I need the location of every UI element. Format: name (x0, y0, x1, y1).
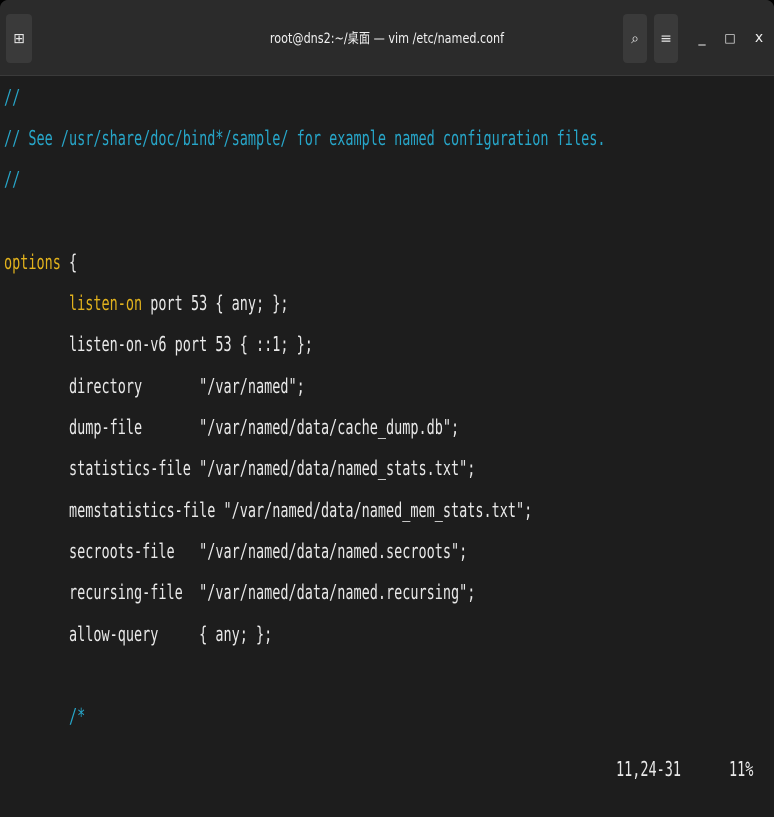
code-token: statistics-file "/var/named/data/named_s… (4, 456, 476, 480)
editor-line: // See /usr/share/doc/bind*/sample/ for … (4, 118, 605, 159)
code-token: // (4, 167, 21, 191)
code-token: allow-query { any; }; (4, 622, 273, 646)
editor-line: // (4, 159, 20, 200)
editor-line: options { (4, 242, 77, 283)
editor-line: listen-on-v6 port 53 { ::1; }; (4, 324, 313, 365)
window-title: root@dns2:~/桌面 — vim /etc/named.conf (269, 31, 505, 47)
code-token: /* (4, 704, 86, 728)
editor-line: // (4, 77, 20, 118)
close-button[interactable]: x (751, 28, 767, 48)
code-token: recursing-file "/var/named/data/named.re… (4, 580, 476, 604)
editor-line: memstatistics-file "/var/named/data/name… (4, 490, 532, 531)
maximize-button[interactable]: □ (722, 28, 738, 48)
code-token: port 53 { any; }; (142, 291, 289, 315)
new-tab-button[interactable]: ⊞ (6, 14, 32, 63)
code-token: // (4, 85, 21, 109)
minimize-button[interactable]: _ (694, 28, 710, 48)
code-token: listen-on (69, 291, 143, 315)
code-token: secroots-file "/var/named/data/named.sec… (4, 539, 468, 563)
editor-line: recursing-file "/var/named/data/named.re… (4, 572, 475, 613)
code-token: memstatistics-file "/var/named/data/name… (4, 498, 533, 522)
editor-line: /* (4, 696, 85, 737)
code-token: { (60, 250, 78, 274)
code-token: dump-file "/var/named/data/cache_dump.db… (4, 415, 460, 439)
editor-line: directory "/var/named"; (4, 366, 305, 407)
titlebar: ⊞ root@dns2:~/桌面 — vim /etc/named.conf ⌕… (0, 0, 774, 76)
editor-line: secroots-file "/var/named/data/named.sec… (4, 531, 467, 572)
editor-line: statistics-file "/var/named/data/named_s… (4, 448, 475, 489)
editor-line: allow-query { any; }; (4, 614, 272, 655)
terminal-window: ⊞ root@dns2:~/桌面 — vim /etc/named.conf ⌕… (0, 0, 774, 817)
maximize-icon: □ (724, 31, 736, 45)
vim-editor-area[interactable]: // // See /usr/share/doc/bind*/sample/ fo… (0, 77, 774, 817)
scroll-percent: 11% (729, 757, 754, 781)
menu-button[interactable]: ≡ (654, 14, 678, 63)
minimize-icon: _ (698, 30, 706, 46)
code-token: listen-on-v6 port 53 { ::1; }; (4, 332, 313, 356)
editor-line: listen-on port 53 { any; }; (4, 283, 288, 324)
hamburger-menu-icon: ≡ (660, 30, 672, 47)
code-token: directory "/var/named"; (4, 374, 305, 398)
close-icon: x (754, 30, 764, 46)
code-token: options (4, 250, 61, 274)
search-button[interactable]: ⌕ (623, 14, 647, 63)
new-tab-icon: ⊞ (13, 30, 25, 47)
cursor-position: 11,24-31 (616, 757, 682, 781)
editor-line: dump-file "/var/named/data/cache_dump.db… (4, 407, 459, 448)
code-token: // See /usr/share/doc/bind*/sample/ for … (4, 126, 606, 150)
search-icon: ⌕ (631, 30, 639, 47)
